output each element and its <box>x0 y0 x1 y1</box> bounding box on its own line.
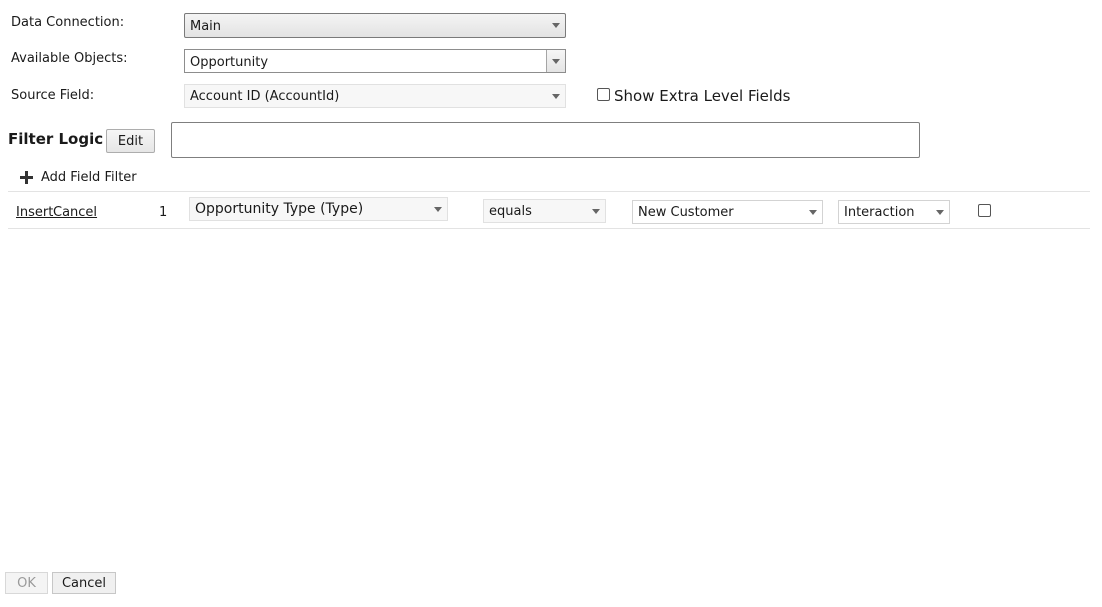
cancel-button[interactable]: Cancel <box>52 572 116 594</box>
filter-field-select[interactable]: Opportunity Type (Type) <box>189 197 448 221</box>
source-field-select[interactable]: Account ID (AccountId) <box>184 84 566 108</box>
filter-category-select[interactable]: Interaction <box>838 200 950 224</box>
available-objects-label: Available Objects: <box>11 51 128 66</box>
filter-value-value: New Customer <box>638 204 734 220</box>
chevron-down-icon <box>547 85 565 107</box>
chevron-down-icon <box>547 14 565 37</box>
filter-row-bottom-divider <box>8 228 1090 229</box>
available-objects-value: Opportunity <box>190 54 269 70</box>
filter-row-index: 1 <box>159 205 168 220</box>
chevron-down-icon[interactable] <box>546 50 565 72</box>
available-objects-select[interactable]: Opportunity <box>184 49 566 73</box>
show-extra-level-fields-checkbox[interactable] <box>597 88 610 101</box>
filter-operator-select[interactable]: equals <box>483 199 606 223</box>
data-connection-value: Main <box>190 19 222 34</box>
filter-category-value: Interaction <box>844 204 915 220</box>
insert-link[interactable]: Insert <box>16 205 53 220</box>
filter-operator-value: equals <box>489 203 532 219</box>
filter-logic-input[interactable] <box>171 122 920 158</box>
add-field-filter-button[interactable]: Add Field Filter <box>20 170 137 185</box>
ok-button[interactable]: OK <box>5 572 48 594</box>
plus-icon <box>20 171 33 184</box>
show-extra-level-fields-label: Show Extra Level Fields <box>614 87 791 105</box>
add-field-filter-label: Add Field Filter <box>41 170 137 185</box>
filter-row-top-divider <box>8 191 1090 192</box>
filter-field-value: Opportunity Type (Type) <box>195 201 364 217</box>
cancel-filter-link[interactable]: Cancel <box>53 205 97 220</box>
data-connection-label: Data Connection: <box>11 15 125 30</box>
chevron-down-icon <box>804 201 822 223</box>
data-connection-select[interactable]: Main <box>184 13 566 38</box>
chevron-down-icon <box>587 200 605 222</box>
chevron-down-icon <box>931 201 949 223</box>
filter-logic-title: Filter Logic <box>8 130 104 148</box>
filter-row-checkbox[interactable] <box>978 204 991 217</box>
source-field-value: Account ID (AccountId) <box>190 88 340 104</box>
edit-filter-logic-button[interactable]: Edit <box>106 129 155 153</box>
chevron-down-icon <box>429 198 447 220</box>
source-field-label: Source Field: <box>11 88 95 103</box>
filter-value-select[interactable]: New Customer <box>632 200 823 224</box>
